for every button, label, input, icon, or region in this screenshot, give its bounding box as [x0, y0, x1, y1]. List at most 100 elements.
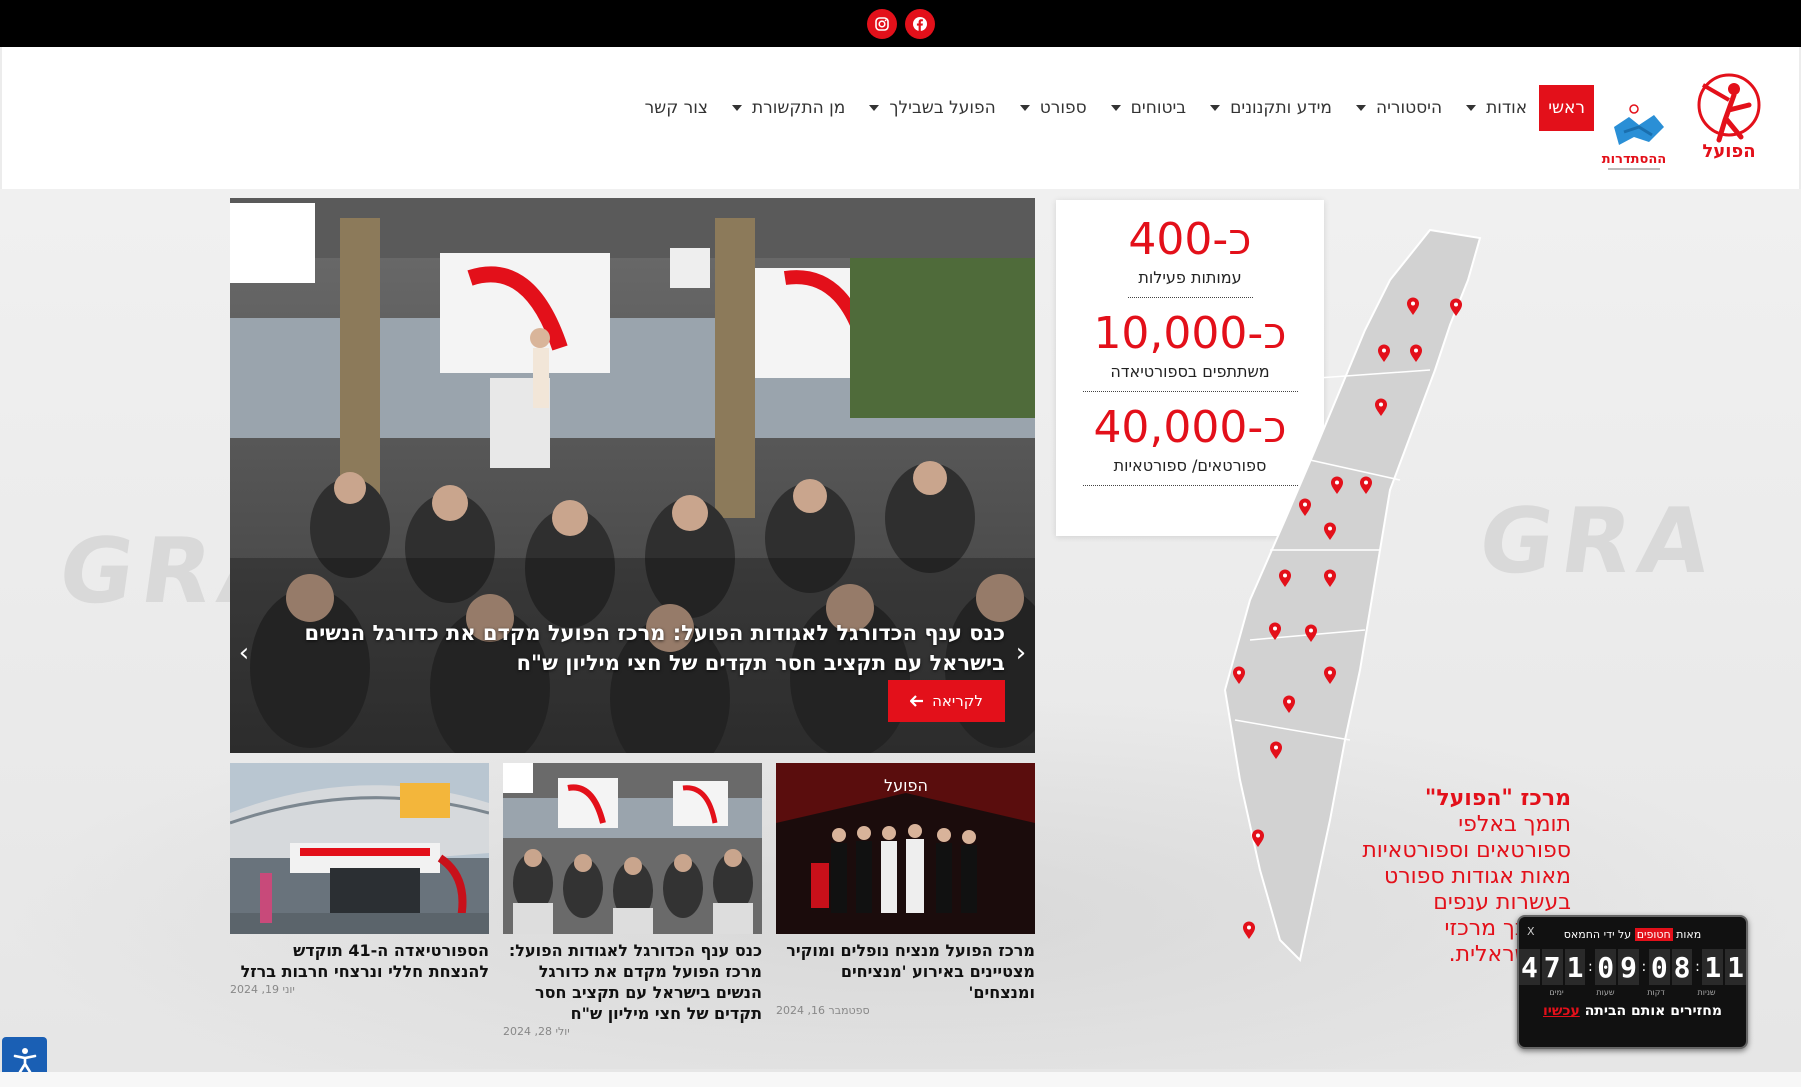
- nav-label: היסטוריה: [1375, 98, 1443, 118]
- countdown-digits: 4 7 1 : 0 9 : 0 8 : 1 1: [1519, 949, 1746, 985]
- news-card-title[interactable]: כנס ענף הכדורגל לאגודות הפועל: מרכז הפוע…: [503, 940, 762, 1024]
- nav-item-media[interactable]: מן התקשורת: [720, 85, 857, 131]
- map-pin-icon[interactable]: [1268, 622, 1282, 640]
- chevron-down-icon: [1466, 105, 1477, 111]
- countdown-unit: שניות: [1697, 988, 1716, 997]
- close-icon[interactable]: X: [1527, 925, 1535, 938]
- nav-label: ביטוחים: [1130, 98, 1187, 118]
- nav-label: אודות: [1486, 98, 1528, 118]
- countdown-heading: מאות חטופים על ידי החמאס: [1519, 928, 1746, 941]
- nav-item-for-you[interactable]: הפועל בשבילך: [857, 85, 1007, 131]
- hero-slider[interactable]: ‹ › כנס ענף הכדורגל לאגודות הפועל: מרכז …: [230, 198, 1035, 753]
- nav-item-contact[interactable]: צור קשר: [633, 85, 720, 131]
- nav-label: מידע ותקנונים: [1230, 98, 1332, 118]
- news-card-title[interactable]: הספורטיאדה ה-41 תוקדש להנצחת חללי ונרצחי…: [230, 940, 489, 982]
- map-pin-icon[interactable]: [1298, 498, 1312, 516]
- instagram-icon[interactable]: [866, 8, 897, 39]
- hapoel-logo-text: הפועל: [1702, 141, 1755, 162]
- nav-label: הפועל בשבילך: [889, 98, 996, 118]
- countdown-separator: :: [1588, 959, 1593, 975]
- map-pin-icon[interactable]: [1406, 297, 1420, 315]
- histadrut-logo-text: ההסתדרות: [1602, 152, 1666, 167]
- map-pin-icon[interactable]: [1323, 666, 1337, 684]
- countdown-digit: 1: [1564, 949, 1586, 985]
- countdown-digit: 4: [1519, 949, 1540, 985]
- map-pin-icon[interactable]: [1232, 666, 1246, 684]
- chevron-down-icon: [731, 105, 742, 111]
- nav-item-about[interactable]: אודות: [1454, 85, 1539, 131]
- map-pin-icon[interactable]: [1304, 624, 1318, 642]
- read-more-button[interactable]: לקריאה: [888, 680, 1005, 722]
- countdown-slogan-highlight: עכשיו: [1543, 1003, 1580, 1019]
- decorative-logo: הפועל: [884, 776, 928, 795]
- site-header: הפועל ההסתדרות ראשי אודות היסטוריה מידע …: [2, 47, 1799, 189]
- map-pin-icon[interactable]: [1449, 298, 1463, 316]
- countdown-slogan[interactable]: מחזירים אותם הביתה עכשיו: [1519, 1003, 1746, 1019]
- news-card[interactable]: כנס ענף הכדורגל לאגודות הפועל: מרכז הפוע…: [503, 763, 762, 1038]
- nav-item-history[interactable]: היסטוריה: [1344, 85, 1454, 131]
- chevron-down-icon: [1110, 105, 1121, 111]
- countdown-units: ימים שעות דקות שניות: [1519, 988, 1746, 997]
- map-pin-icon[interactable]: [1359, 476, 1373, 494]
- countdown-heading-text: על ידי החמאס: [1563, 928, 1632, 941]
- news-card-image[interactable]: [230, 763, 489, 934]
- social-topbar: [0, 0, 1801, 47]
- chevron-down-icon: [1019, 105, 1030, 111]
- nav-item-sport[interactable]: ספורט: [1008, 85, 1099, 131]
- countdown-digit: 1: [1702, 949, 1724, 985]
- countdown-digit: 0: [1595, 949, 1617, 985]
- news-card-date: יוני 19, 2024: [230, 983, 295, 996]
- chevron-down-icon: [1210, 105, 1221, 111]
- main-nav: ראשי אודות היסטוריה מידע ותקנונים ביטוחי…: [633, 85, 1594, 131]
- arrow-left-icon: [910, 695, 924, 707]
- news-card-image[interactable]: הפועל: [776, 763, 1035, 934]
- nav-item-info[interactable]: מידע ותקנונים: [1198, 85, 1344, 131]
- nav-label: ראשי: [1548, 98, 1585, 118]
- news-card-date: ספטמבר 16, 2024: [776, 1004, 870, 1017]
- map-pin-icon[interactable]: [1323, 522, 1337, 540]
- countdown-heading-text: מאות: [1676, 928, 1702, 941]
- map-pin-icon[interactable]: [1330, 476, 1344, 494]
- nav-item-insurance[interactable]: ביטוחים: [1099, 85, 1198, 131]
- countdown-digit: 0: [1648, 949, 1670, 985]
- facebook-icon[interactable]: [904, 8, 935, 39]
- map-pin-icon[interactable]: [1251, 829, 1265, 847]
- countdown-separator: :: [1695, 959, 1700, 975]
- news-card[interactable]: הספורטיאדה ה-41 תוקדש להנצחת חללי ונרצחי…: [230, 763, 489, 996]
- map-description-line: בעשרות ענפים: [1433, 890, 1571, 915]
- news-card-title[interactable]: מרכז הפועל מנציח נופלים ומוקיר מצטיינים …: [776, 940, 1035, 1003]
- slider-prev-arrow[interactable]: ‹: [234, 638, 254, 668]
- map-pin-icon[interactable]: [1323, 569, 1337, 587]
- news-card-date: יולי 28, 2024: [503, 1025, 570, 1038]
- nav-item-home[interactable]: ראשי: [1539, 85, 1594, 131]
- map-pin-icon[interactable]: [1374, 398, 1388, 416]
- countdown-slogan-text: מחזירים אותם הביתה: [1584, 1003, 1722, 1019]
- map-description-title: מרכז "הפועל": [1424, 786, 1571, 811]
- map-pin-icon[interactable]: [1377, 344, 1391, 362]
- hostages-countdown-widget[interactable]: X מאות חטופים על ידי החמאס 4 7 1 : 0 9 :…: [1517, 915, 1748, 1049]
- page-bottom-strip: [0, 1072, 1801, 1087]
- chevron-down-icon: [869, 105, 880, 111]
- map-pin-icon[interactable]: [1409, 344, 1423, 362]
- map-pin-icon[interactable]: [1242, 921, 1256, 939]
- countdown-digit: 7: [1541, 949, 1563, 985]
- map-description-line: מאות אגודות ספורט: [1383, 864, 1571, 889]
- slider-next-arrow[interactable]: ›: [1011, 638, 1031, 668]
- countdown-heading-highlight: חטופים: [1634, 928, 1673, 941]
- map-pin-icon[interactable]: [1269, 741, 1283, 759]
- map-pin-icon[interactable]: [1278, 569, 1292, 587]
- news-card-image[interactable]: [503, 763, 762, 934]
- countdown-digit: 9: [1618, 949, 1639, 985]
- nav-label: ספורט: [1039, 98, 1087, 118]
- countdown-unit: דקות: [1647, 988, 1665, 997]
- slide-caption: כנס ענף הכדורגל לאגודות הפועל: מרכז הפוע…: [304, 621, 1006, 675]
- accessibility-icon: [13, 1047, 36, 1073]
- hapoel-logo[interactable]: הפועל: [1689, 65, 1769, 165]
- countdown-digit: 8: [1671, 949, 1693, 985]
- read-more-label: לקריאה: [932, 692, 983, 710]
- histadrut-logo[interactable]: ההסתדרות: [1594, 87, 1674, 177]
- map-pin-icon[interactable]: [1282, 695, 1296, 713]
- chevron-down-icon: [1355, 105, 1366, 111]
- countdown-unit: ימים: [1549, 988, 1564, 997]
- news-card[interactable]: הפועל מרכז הפועל מנציח נופלים ומוקיר מצט…: [776, 763, 1035, 1017]
